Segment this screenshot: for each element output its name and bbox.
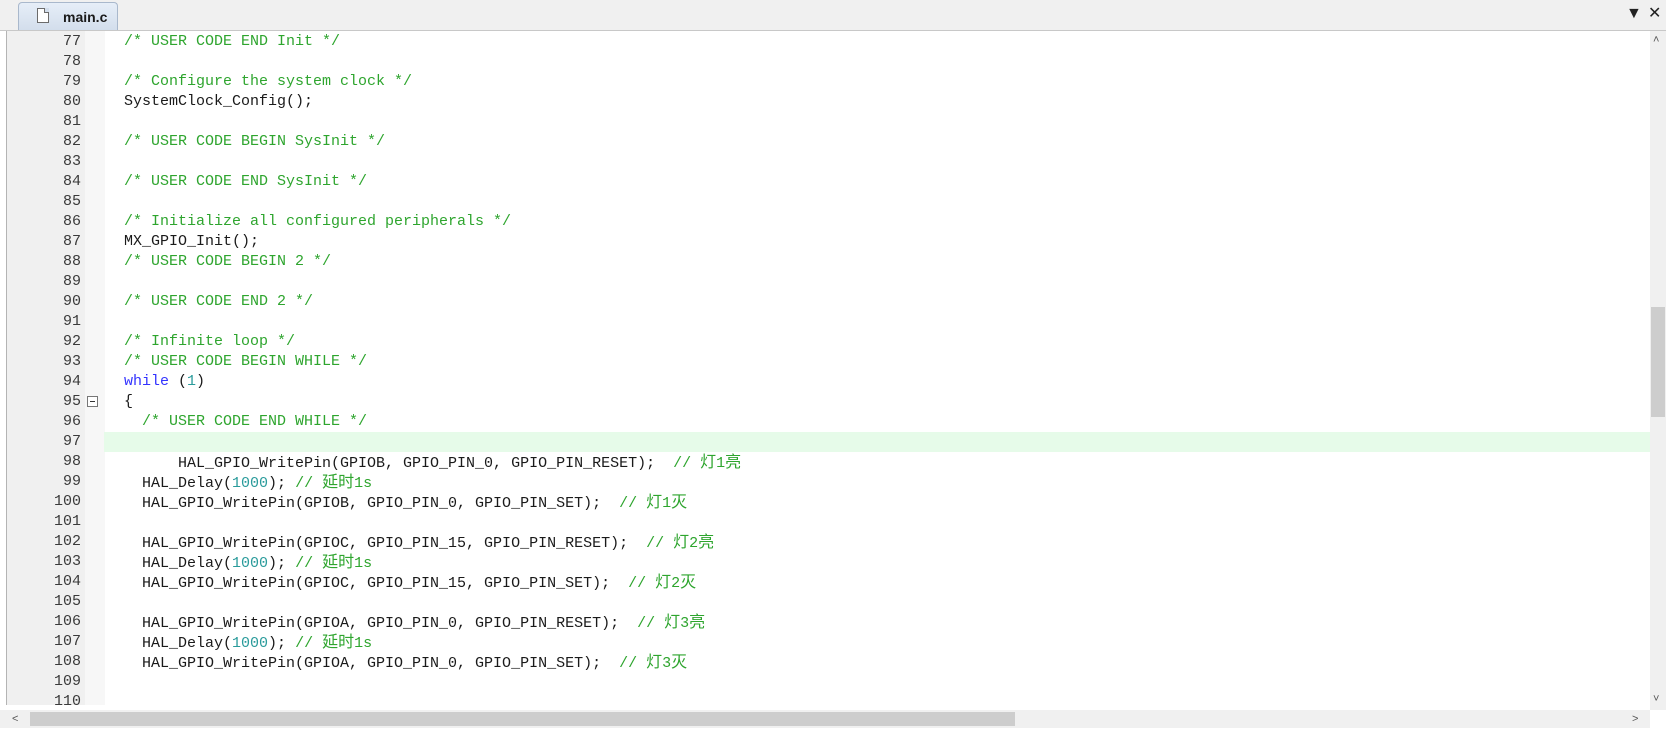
tab-label: main.c	[63, 9, 108, 25]
fold-margin	[85, 31, 105, 705]
line-number: 85	[62, 193, 81, 210]
tab-main-c[interactable]: main.c	[18, 2, 118, 30]
line-number: 107	[53, 633, 81, 650]
line-number: 96	[62, 413, 81, 430]
line-number: 79	[62, 73, 81, 90]
status-strip	[0, 728, 1666, 741]
line-number: 99	[62, 473, 81, 490]
line-number: 106	[53, 613, 81, 630]
scroll-up-icon[interactable]: ˄	[1653, 34, 1659, 46]
code-line[interactable]: /* USER CODE BEGIN 2 */	[124, 252, 331, 272]
line-number: 87	[62, 233, 81, 250]
line-number: 108	[53, 653, 81, 670]
fold-collapse-icon[interactable]	[87, 396, 98, 407]
scroll-left-icon[interactable]: <	[12, 713, 18, 725]
vertical-scroll-thumb[interactable]	[1651, 307, 1665, 417]
tab-list-dropdown-icon[interactable]: ▼	[1626, 4, 1642, 24]
code-line[interactable]: HAL_Delay(1000); // 延时1s	[124, 632, 372, 654]
line-number: 83	[62, 153, 81, 170]
code-line[interactable]: /* Configure the system clock */	[124, 72, 412, 92]
line-number: 101	[53, 513, 81, 530]
line-number: 110	[53, 693, 81, 710]
line-number: 88	[62, 253, 81, 270]
code-line[interactable]: /* USER CODE END Init */	[124, 32, 340, 52]
line-number: 92	[62, 333, 81, 350]
vertical-scrollbar[interactable]: ˄ ˅	[1650, 31, 1666, 710]
code-line[interactable]: HAL_GPIO_WritePin(GPIOC, GPIO_PIN_15, GP…	[124, 532, 714, 554]
line-number: 81	[62, 113, 81, 130]
code-line[interactable]: /* USER CODE BEGIN WHILE */	[124, 352, 367, 372]
line-number: 98	[62, 453, 81, 470]
code-line[interactable]: HAL_Delay(1000); // 延时1s	[124, 472, 372, 494]
horizontal-scrollbar[interactable]: < >	[0, 710, 1650, 728]
line-number: 90	[62, 293, 81, 310]
line-number: 94	[62, 373, 81, 390]
file-icon	[37, 8, 49, 23]
code-line[interactable]: {	[124, 392, 133, 412]
tab-bar: main.c ▼ ✕	[0, 0, 1666, 31]
line-number: 95	[62, 393, 81, 410]
code-line[interactable]: HAL_GPIO_WritePin(GPIOB, GPIO_PIN_0, GPI…	[124, 492, 687, 514]
code-line[interactable]: HAL_Delay(1000); // 延时1s	[124, 552, 372, 574]
line-number: 77	[62, 33, 81, 50]
line-number: 105	[53, 593, 81, 610]
code-line[interactable]: MX_GPIO_Init();	[124, 232, 259, 252]
code-line[interactable]: HAL_GPIO_WritePin(GPIOA, GPIO_PIN_0, GPI…	[124, 652, 687, 674]
line-number: 109	[53, 673, 81, 690]
code-line[interactable]: /* USER CODE END SysInit */	[124, 172, 367, 192]
current-line-highlight	[104, 432, 1650, 452]
code-line[interactable]: HAL_GPIO_WritePin(GPIOA, GPIO_PIN_0, GPI…	[124, 612, 705, 634]
close-tab-icon[interactable]: ✕	[1648, 4, 1661, 24]
code-line[interactable]: HAL_GPIO_WritePin(GPIOC, GPIO_PIN_15, GP…	[124, 572, 696, 594]
line-number: 103	[53, 553, 81, 570]
code-editor[interactable]: 77 /* USER CODE END Init */ 78 79 /* Configu…	[0, 31, 1666, 710]
code-line[interactable]: /* Infinite loop */	[124, 332, 295, 352]
code-line[interactable]: HAL_GPIO_WritePin(GPIOB, GPIO_PIN_0, GPI…	[124, 452, 741, 474]
line-number: 100	[53, 493, 81, 510]
line-number: 104	[53, 573, 81, 590]
line-number: 91	[62, 313, 81, 330]
code-line[interactable]: while (1)	[124, 372, 205, 392]
line-number: 78	[62, 53, 81, 70]
horizontal-scroll-thumb[interactable]	[30, 712, 1015, 726]
line-number: 80	[62, 93, 81, 110]
line-number: 102	[53, 533, 81, 550]
code-line[interactable]: /* USER CODE END 2 */	[124, 292, 313, 312]
code-line[interactable]: SystemClock_Config();	[124, 92, 313, 112]
line-number: 89	[62, 273, 81, 290]
line-number: 82	[62, 133, 81, 150]
line-number: 97	[62, 433, 81, 450]
line-number: 86	[62, 213, 81, 230]
code-line[interactable]: /* Initialize all configured peripherals…	[124, 212, 511, 232]
code-line[interactable]: /* USER CODE END WHILE */	[124, 412, 367, 432]
scroll-down-icon[interactable]: ˅	[1653, 693, 1659, 705]
code-line[interactable]: /* USER CODE BEGIN SysInit */	[124, 132, 385, 152]
scroll-right-icon[interactable]: >	[1632, 713, 1638, 725]
line-number: 84	[62, 173, 81, 190]
line-number: 93	[62, 353, 81, 370]
